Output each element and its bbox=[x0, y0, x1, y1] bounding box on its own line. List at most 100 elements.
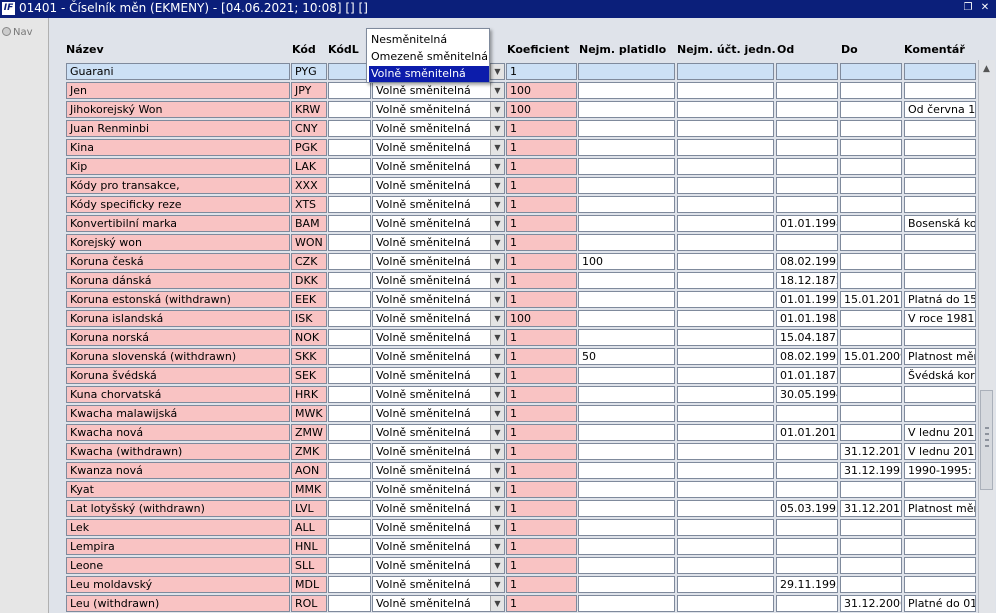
convertibility-select[interactable]: Volně směnitelná ▼ bbox=[372, 481, 505, 498]
cell-kod[interactable]: MMK bbox=[291, 481, 327, 498]
cell-kodl[interactable] bbox=[328, 500, 371, 517]
dropdown-option[interactable]: Nesměnitelná bbox=[369, 32, 489, 48]
cell-kom[interactable]: 1990-1995: no bbox=[904, 462, 976, 479]
cell-nazev[interactable]: Lek bbox=[66, 519, 290, 536]
cell-kod[interactable]: CZK bbox=[291, 253, 327, 270]
cell-platidlo[interactable] bbox=[578, 196, 675, 213]
chevron-down-icon[interactable]: ▼ bbox=[490, 368, 504, 383]
cell-od[interactable]: 01.01.1981 bbox=[776, 310, 838, 327]
cell-kodl[interactable] bbox=[328, 120, 371, 137]
cell-od[interactable]: 01.01.2013 bbox=[776, 424, 838, 441]
cell-kod[interactable]: KRW bbox=[291, 101, 327, 118]
cell-koef[interactable]: 1 bbox=[506, 500, 577, 517]
cell-kod[interactable]: AON bbox=[291, 462, 327, 479]
cell-od[interactable] bbox=[776, 101, 838, 118]
cell-do[interactable]: 31.12.2013 bbox=[840, 500, 902, 517]
cell-do[interactable] bbox=[840, 576, 902, 593]
cell-kodl[interactable] bbox=[328, 348, 371, 365]
cell-kod[interactable]: PGK bbox=[291, 139, 327, 156]
chevron-down-icon[interactable]: ▼ bbox=[490, 197, 504, 212]
cell-nazev[interactable]: Lat lotyšský (withdrawn) bbox=[66, 500, 290, 517]
cell-uct[interactable] bbox=[677, 196, 774, 213]
convertibility-select[interactable]: Volně směnitelná ▼ bbox=[372, 158, 505, 175]
chevron-down-icon[interactable]: ▼ bbox=[490, 102, 504, 117]
cell-uct[interactable] bbox=[677, 139, 774, 156]
cell-do[interactable] bbox=[840, 557, 902, 574]
cell-kod[interactable]: CNY bbox=[291, 120, 327, 137]
cell-koef[interactable]: 1 bbox=[506, 405, 577, 422]
convertibility-select[interactable]: Volně směnitelná ▼ bbox=[372, 272, 505, 289]
scroll-thumb[interactable] bbox=[980, 390, 993, 490]
cell-do[interactable] bbox=[840, 272, 902, 289]
chevron-down-icon[interactable]: ▼ bbox=[490, 64, 504, 79]
cell-platidlo[interactable] bbox=[578, 82, 675, 99]
convertibility-select[interactable]: Volně směnitelná ▼ bbox=[372, 443, 505, 460]
cell-od[interactable] bbox=[776, 595, 838, 612]
cell-do[interactable]: 31.12.1995 bbox=[840, 462, 902, 479]
cell-koef[interactable]: 1 bbox=[506, 291, 577, 308]
cell-kodl[interactable] bbox=[328, 196, 371, 213]
vertical-scrollbar[interactable]: ▲ bbox=[978, 60, 995, 613]
cell-kom[interactable] bbox=[904, 329, 976, 346]
cell-uct[interactable] bbox=[677, 310, 774, 327]
chevron-down-icon[interactable]: ▼ bbox=[490, 235, 504, 250]
chevron-down-icon[interactable]: ▼ bbox=[490, 444, 504, 459]
cell-kom[interactable] bbox=[904, 576, 976, 593]
cell-koef[interactable]: 1 bbox=[506, 177, 577, 194]
cell-od[interactable] bbox=[776, 538, 838, 555]
cell-platidlo[interactable] bbox=[578, 557, 675, 574]
cell-od[interactable] bbox=[776, 63, 838, 80]
chevron-down-icon[interactable]: ▼ bbox=[490, 311, 504, 326]
cell-kodl[interactable] bbox=[328, 576, 371, 593]
cell-kom[interactable]: Bosenská kon bbox=[904, 215, 976, 232]
cell-kod[interactable]: JPY bbox=[291, 82, 327, 99]
cell-od[interactable] bbox=[776, 405, 838, 422]
cell-nazev[interactable]: Jihokorejský Won bbox=[66, 101, 290, 118]
cell-do[interactable] bbox=[840, 405, 902, 422]
cell-kod[interactable]: PYG bbox=[291, 63, 327, 80]
chevron-down-icon[interactable]: ▼ bbox=[490, 520, 504, 535]
cell-do[interactable]: 31.12.2006 bbox=[840, 595, 902, 612]
cell-koef[interactable]: 1 bbox=[506, 348, 577, 365]
cell-kodl[interactable] bbox=[328, 367, 371, 384]
cell-do[interactable] bbox=[840, 481, 902, 498]
cell-kodl[interactable] bbox=[328, 443, 371, 460]
cell-nazev[interactable]: Juan Renminbi bbox=[66, 120, 290, 137]
convertibility-select[interactable]: Volně směnitelná ▼ bbox=[372, 82, 505, 99]
convertibility-select[interactable]: Volně směnitelná ▼ bbox=[372, 386, 505, 403]
cell-nazev[interactable]: Kuna chorvatská bbox=[66, 386, 290, 403]
cell-platidlo[interactable] bbox=[578, 158, 675, 175]
cell-koef[interactable]: 1 bbox=[506, 538, 577, 555]
cell-koef[interactable]: 1 bbox=[506, 424, 577, 441]
cell-koef[interactable]: 1 bbox=[506, 63, 577, 80]
cell-od[interactable]: 29.11.1993 bbox=[776, 576, 838, 593]
cell-do[interactable] bbox=[840, 177, 902, 194]
cell-kom[interactable] bbox=[904, 139, 976, 156]
cell-do[interactable]: 15.01.2011 bbox=[840, 291, 902, 308]
convertibility-select[interactable]: Volně směnitelná ▼ bbox=[372, 291, 505, 308]
cell-nazev[interactable]: Koruna švédská bbox=[66, 367, 290, 384]
cell-uct[interactable] bbox=[677, 253, 774, 270]
cell-nazev[interactable]: Kwacha malawijská bbox=[66, 405, 290, 422]
chevron-down-icon[interactable]: ▼ bbox=[490, 330, 504, 345]
cell-od[interactable] bbox=[776, 234, 838, 251]
cell-koef[interactable]: 1 bbox=[506, 120, 577, 137]
cell-koef[interactable]: 1 bbox=[506, 595, 577, 612]
cell-kod[interactable]: SEK bbox=[291, 367, 327, 384]
cell-uct[interactable] bbox=[677, 595, 774, 612]
chevron-down-icon[interactable]: ▼ bbox=[490, 273, 504, 288]
cell-nazev[interactable]: Leu (withdrawn) bbox=[66, 595, 290, 612]
cell-uct[interactable] bbox=[677, 500, 774, 517]
cell-kom[interactable]: V roce 1981 b bbox=[904, 310, 976, 327]
cell-kodl[interactable] bbox=[328, 329, 371, 346]
cell-kom[interactable] bbox=[904, 177, 976, 194]
chevron-down-icon[interactable]: ▼ bbox=[490, 425, 504, 440]
cell-uct[interactable] bbox=[677, 519, 774, 536]
cell-platidlo[interactable] bbox=[578, 367, 675, 384]
cell-platidlo[interactable] bbox=[578, 595, 675, 612]
cell-nazev[interactable]: Koruna slovenská (withdrawn) bbox=[66, 348, 290, 365]
cell-koef[interactable]: 1 bbox=[506, 576, 577, 593]
cell-uct[interactable] bbox=[677, 443, 774, 460]
cell-do[interactable] bbox=[840, 234, 902, 251]
cell-kodl[interactable] bbox=[328, 272, 371, 289]
